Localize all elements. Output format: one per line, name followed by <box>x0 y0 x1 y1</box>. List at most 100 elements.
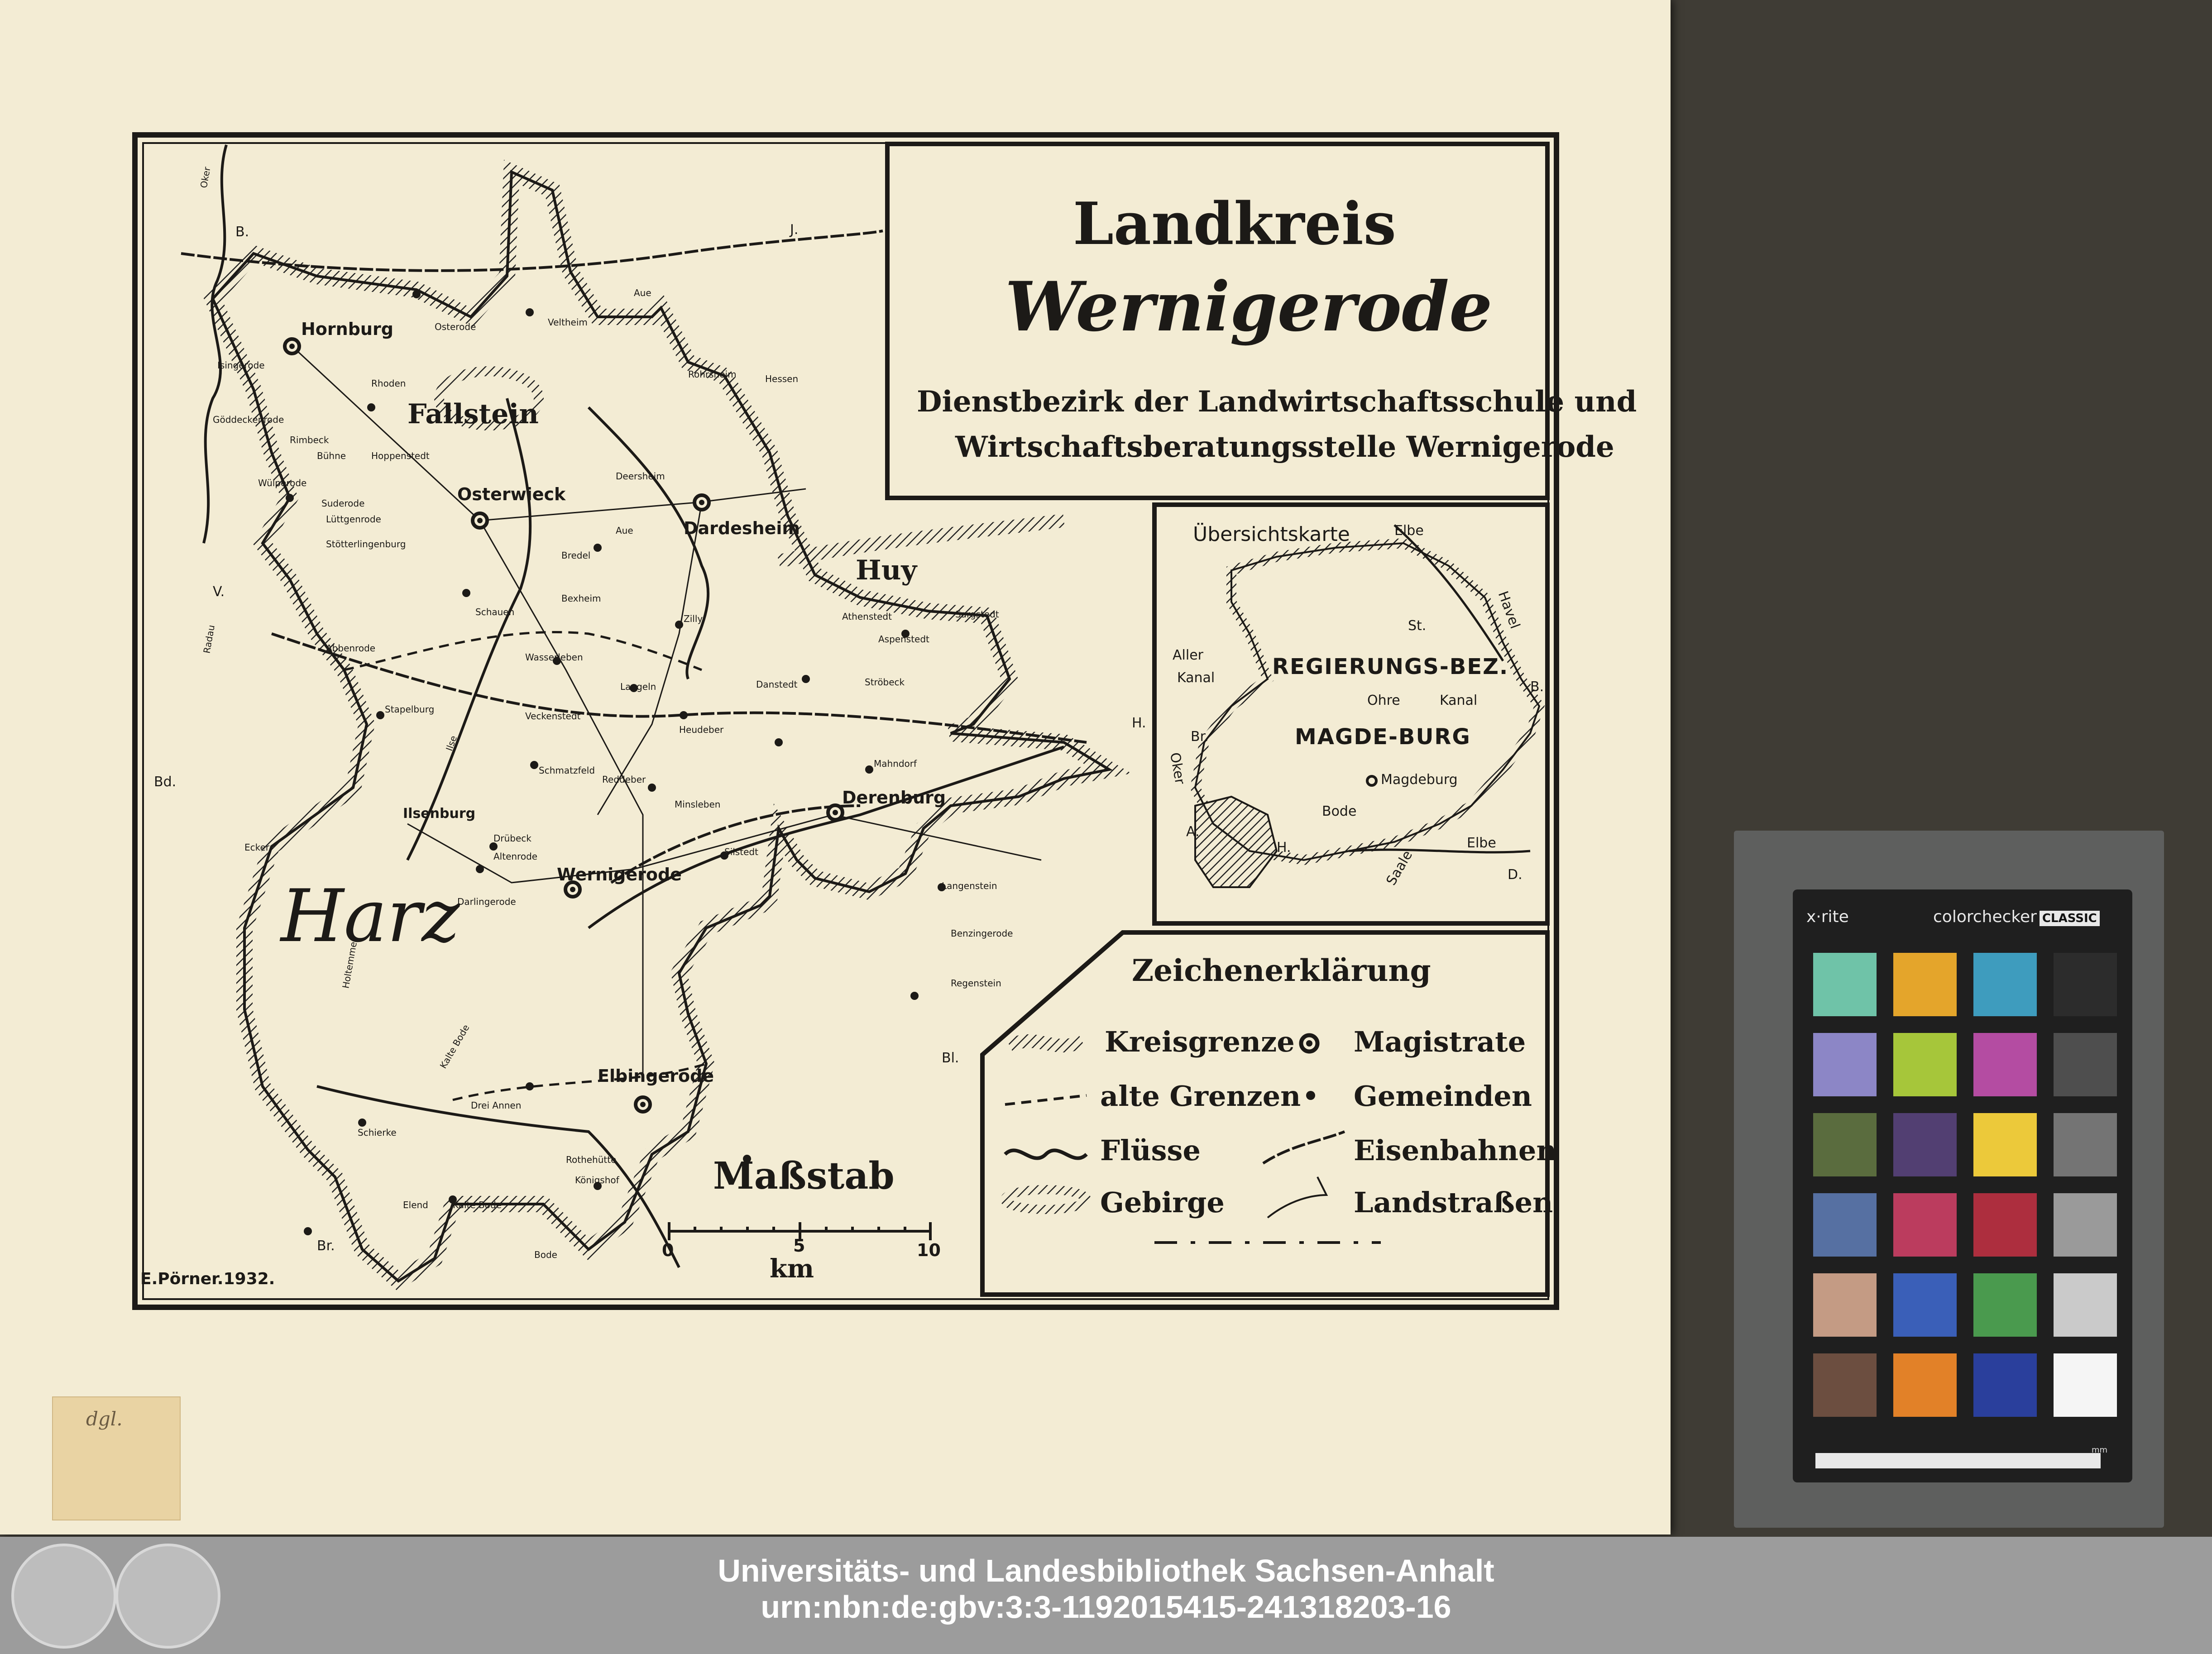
place-label: Benzingerode <box>951 928 1013 939</box>
place-label: Silstedt <box>724 846 758 857</box>
map-author: E.Pörner.1932. <box>140 1270 275 1288</box>
color-swatch <box>1973 1113 2037 1176</box>
colorchecker-ruler <box>1815 1453 2101 1468</box>
scale-tick-label: 5 <box>793 1236 805 1256</box>
color-swatch <box>1893 1273 1957 1337</box>
color-swatch <box>2054 1113 2117 1176</box>
place-label: Danstedt <box>756 679 798 690</box>
border-letter: Br. <box>317 1238 335 1254</box>
place-label: Aue <box>634 287 651 298</box>
place-label: Königshof <box>575 1175 619 1186</box>
inset-label: Aller <box>1173 647 1203 663</box>
place-label: Schierke <box>358 1127 397 1138</box>
place-label: Altenrode <box>493 851 538 862</box>
map-subtitle-line2: Wirtschaftsberatungsstelle Wernigerode <box>955 430 1614 464</box>
place-label: Langenstein <box>942 880 997 891</box>
color-swatch <box>1813 1033 1877 1096</box>
inset-label: Kanal <box>1177 670 1215 686</box>
legend-item-gebirge: Gebirge <box>1100 1186 1225 1219</box>
place-label: Suderode <box>321 498 365 509</box>
color-swatch <box>2054 1033 2117 1096</box>
place-label: Darlingerode <box>457 896 516 907</box>
inset-label: Br. <box>1191 729 1209 745</box>
color-swatch <box>1973 1353 2037 1417</box>
legend-item-eisenbahnen: Eisenbahnen <box>1354 1134 1557 1167</box>
place-label: Hoppenstedt <box>371 450 430 461</box>
river-label: Bode <box>534 1249 557 1260</box>
inset-label: H. <box>1277 840 1291 856</box>
place-label: Elend <box>403 1200 428 1210</box>
color-swatch <box>2054 953 2117 1016</box>
border-letter: H. <box>1132 715 1146 731</box>
color-swatch <box>1973 1273 2037 1337</box>
border-letter: J. <box>790 222 799 238</box>
inset-title: Übersichtskarte <box>1193 523 1350 546</box>
place-label: Abbenrode <box>326 643 376 654</box>
color-swatch <box>2054 1273 2117 1337</box>
place-label: Wülperode <box>258 478 307 488</box>
town-label: Derenburg <box>842 788 946 808</box>
border-letter: Bd. <box>154 774 177 790</box>
color-swatch <box>1893 1033 1957 1096</box>
railway-1 <box>181 229 883 272</box>
place-label: Drübeck <box>493 833 531 844</box>
scale-tick-label: 10 <box>917 1240 941 1260</box>
color-swatch <box>2054 1353 2117 1417</box>
road-2 <box>479 520 644 1077</box>
map-drawing <box>132 132 1559 1310</box>
inset-label: Ohre <box>1367 693 1400 708</box>
place-label: Isingerode <box>217 360 265 371</box>
region-label: Harz <box>281 874 460 958</box>
river-label: Ecker <box>244 842 270 853</box>
inset-city: Magdeburg <box>1381 772 1458 788</box>
border-letter: Bl. <box>942 1050 959 1066</box>
inset-magdeburg-marker <box>1366 775 1378 787</box>
scale-tick-label: 0 <box>662 1240 674 1260</box>
place-label: Bredel <box>561 550 591 561</box>
inset-label: Elbe <box>1467 835 1496 851</box>
river-label: Aue <box>616 525 633 536</box>
inset-region-line2: MAGDE-BURG <box>1295 724 1471 750</box>
legend-item-magistrate: Magistrate <box>1354 1025 1526 1058</box>
colorchecker-product: colorchecker CLASSIC <box>1933 908 2100 926</box>
legend-title: Zeichenerklärung <box>1132 953 1431 988</box>
place-label: Minsleben <box>675 799 721 810</box>
town-label: Dardesheim <box>684 518 800 538</box>
place-label: Rimbeck <box>290 435 329 445</box>
color-swatch <box>1893 953 1957 1016</box>
inset-label: Elbe <box>1394 523 1424 539</box>
color-swatch <box>1973 1033 2037 1096</box>
legend-item-fluesse: Flüsse <box>1100 1134 1201 1167</box>
border-letter: V. <box>213 584 225 600</box>
inset-label: St. <box>1408 618 1427 634</box>
place-label: Sargstedt <box>955 609 999 620</box>
road-4 <box>597 502 703 815</box>
place-label: Veckenstedt <box>525 711 581 722</box>
color-swatch <box>1813 1273 1877 1337</box>
colorchecker-product-label: colorchecker <box>1933 908 2037 926</box>
color-swatch <box>1973 953 2037 1016</box>
town-label: Elbingerode <box>598 1066 714 1086</box>
place-label: Deersheim <box>616 471 665 482</box>
place-label: Bühne <box>317 450 346 461</box>
inset-label: B. <box>1530 679 1544 695</box>
footer-urn: urn:nbn:de:gbv:3:3-1192015415-241318203-… <box>761 1589 1451 1625</box>
scale-title: Maßstab <box>713 1154 895 1198</box>
place-label: Hessen <box>765 373 799 384</box>
place-label: Schmatzfeld <box>539 765 595 776</box>
river-bode <box>316 1085 680 1268</box>
color-swatch <box>1893 1113 1957 1176</box>
map-title-line2: Wernigerode <box>1005 267 1493 347</box>
town-label: Hornburg <box>301 319 393 339</box>
archive-label-text: dgl. <box>86 1408 123 1430</box>
color-swatch <box>1813 953 1877 1016</box>
legend-item-landstrassen: Landstraßen <box>1354 1186 1553 1219</box>
colorchecker-unit: mm <box>2092 1445 2108 1455</box>
inset-label: Bode <box>1322 803 1357 819</box>
legend-item-alte-grenzen: alte Grenzen <box>1100 1080 1301 1113</box>
place-label: Wasserleben <box>525 652 583 663</box>
place-label: Mahndorf <box>874 758 917 769</box>
colorchecker-edition: CLASSIC <box>2039 911 2100 926</box>
place-label: Lüttgenrode <box>326 514 381 525</box>
map-subtitle-line1: Dienstbezirk der Landwirtschaftsschule u… <box>917 385 1637 419</box>
